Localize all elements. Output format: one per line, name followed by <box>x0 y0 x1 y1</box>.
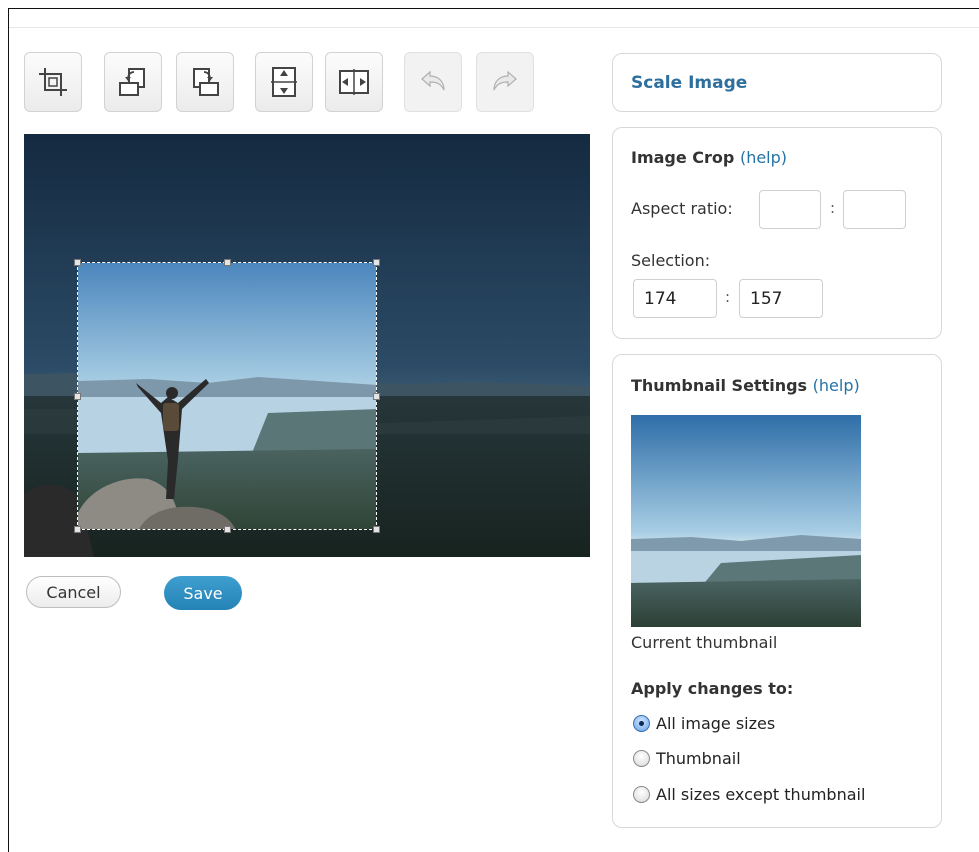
thumbnail-settings-heading: Thumbnail Settings (help) <box>631 376 860 395</box>
undo-icon <box>416 65 450 99</box>
current-thumbnail-image <box>631 415 861 627</box>
cancel-button[interactable]: Cancel <box>26 576 121 608</box>
radio-thumbnail[interactable] <box>633 749 650 767</box>
crop-handle-ne[interactable] <box>373 259 380 266</box>
save-button[interactable]: Save <box>164 576 242 610</box>
apply-option-label: All image sizes <box>656 713 776 733</box>
undo-button[interactable] <box>404 52 462 112</box>
crop-handle-se[interactable] <box>373 526 380 533</box>
scale-image-panel: Scale Image <box>612 53 942 112</box>
selection-height-input[interactable]: 157 <box>739 279 823 318</box>
apply-option-label: All sizes except thumbnail <box>656 784 866 804</box>
radio-all-sizes[interactable] <box>633 714 650 732</box>
header-divider <box>9 27 979 28</box>
window-border-top <box>8 8 979 9</box>
thumbnail-help-link[interactable]: (help) <box>813 376 860 395</box>
rotate-left-icon <box>116 65 150 99</box>
flip-horizontal-icon <box>337 65 371 99</box>
thumbnail-caption: Current thumbnail <box>631 633 778 652</box>
crop-selection[interactable] <box>77 262 377 530</box>
crop-handle-sw[interactable] <box>74 526 81 533</box>
image-crop-help-link[interactable]: (help) <box>740 148 787 167</box>
image-crop-title: Image Crop <box>631 148 735 167</box>
crop-handle-e[interactable] <box>373 393 380 400</box>
crop-photo <box>78 263 376 529</box>
rotate-left-button[interactable] <box>104 52 162 112</box>
apply-option-thumbnail[interactable]: Thumbnail <box>633 747 741 769</box>
flip-vertical-icon <box>267 65 301 99</box>
image-preview[interactable] <box>24 134 590 557</box>
selection-width-input[interactable]: 174 <box>633 279 717 318</box>
crop-handle-nw[interactable] <box>74 259 81 266</box>
flip-horizontal-button[interactable] <box>325 52 383 112</box>
image-crop-heading: Image Crop (help) <box>631 148 787 167</box>
apply-option-all-sizes[interactable]: All image sizes <box>633 712 775 734</box>
apply-changes-label: Apply changes to: <box>631 679 794 698</box>
aspect-ratio-label: Aspect ratio: <box>631 199 733 218</box>
crop-handle-n[interactable] <box>224 259 231 266</box>
crop-handle-w[interactable] <box>74 393 81 400</box>
window-border-left <box>8 8 9 852</box>
aspect-ratio-width-input[interactable] <box>759 190 821 229</box>
selection-separator: : <box>725 288 731 306</box>
image-crop-panel: Image Crop (help) Aspect ratio: : Select… <box>612 127 942 339</box>
apply-option-label: Thumbnail <box>656 748 741 768</box>
rotate-right-button[interactable] <box>176 52 234 112</box>
selection-label: Selection: <box>631 251 711 270</box>
redo-icon <box>488 65 522 99</box>
aspect-ratio-height-input[interactable] <box>843 190 906 229</box>
rotate-right-icon <box>188 65 222 99</box>
crop-icon <box>36 65 70 99</box>
apply-option-except-thumbnail[interactable]: All sizes except thumbnail <box>633 783 865 805</box>
thumbnail-settings-panel: Thumbnail Settings (help) Current thumbn… <box>612 354 942 828</box>
aspect-ratio-separator: : <box>830 199 836 217</box>
crop-button[interactable] <box>24 52 82 112</box>
redo-button[interactable] <box>476 52 534 112</box>
radio-except-thumbnail[interactable] <box>633 785 650 803</box>
flip-vertical-button[interactable] <box>255 52 313 112</box>
thumbnail-settings-title: Thumbnail Settings <box>631 376 808 395</box>
crop-handle-s[interactable] <box>224 526 231 533</box>
scale-image-toggle[interactable]: Scale Image <box>631 73 747 93</box>
